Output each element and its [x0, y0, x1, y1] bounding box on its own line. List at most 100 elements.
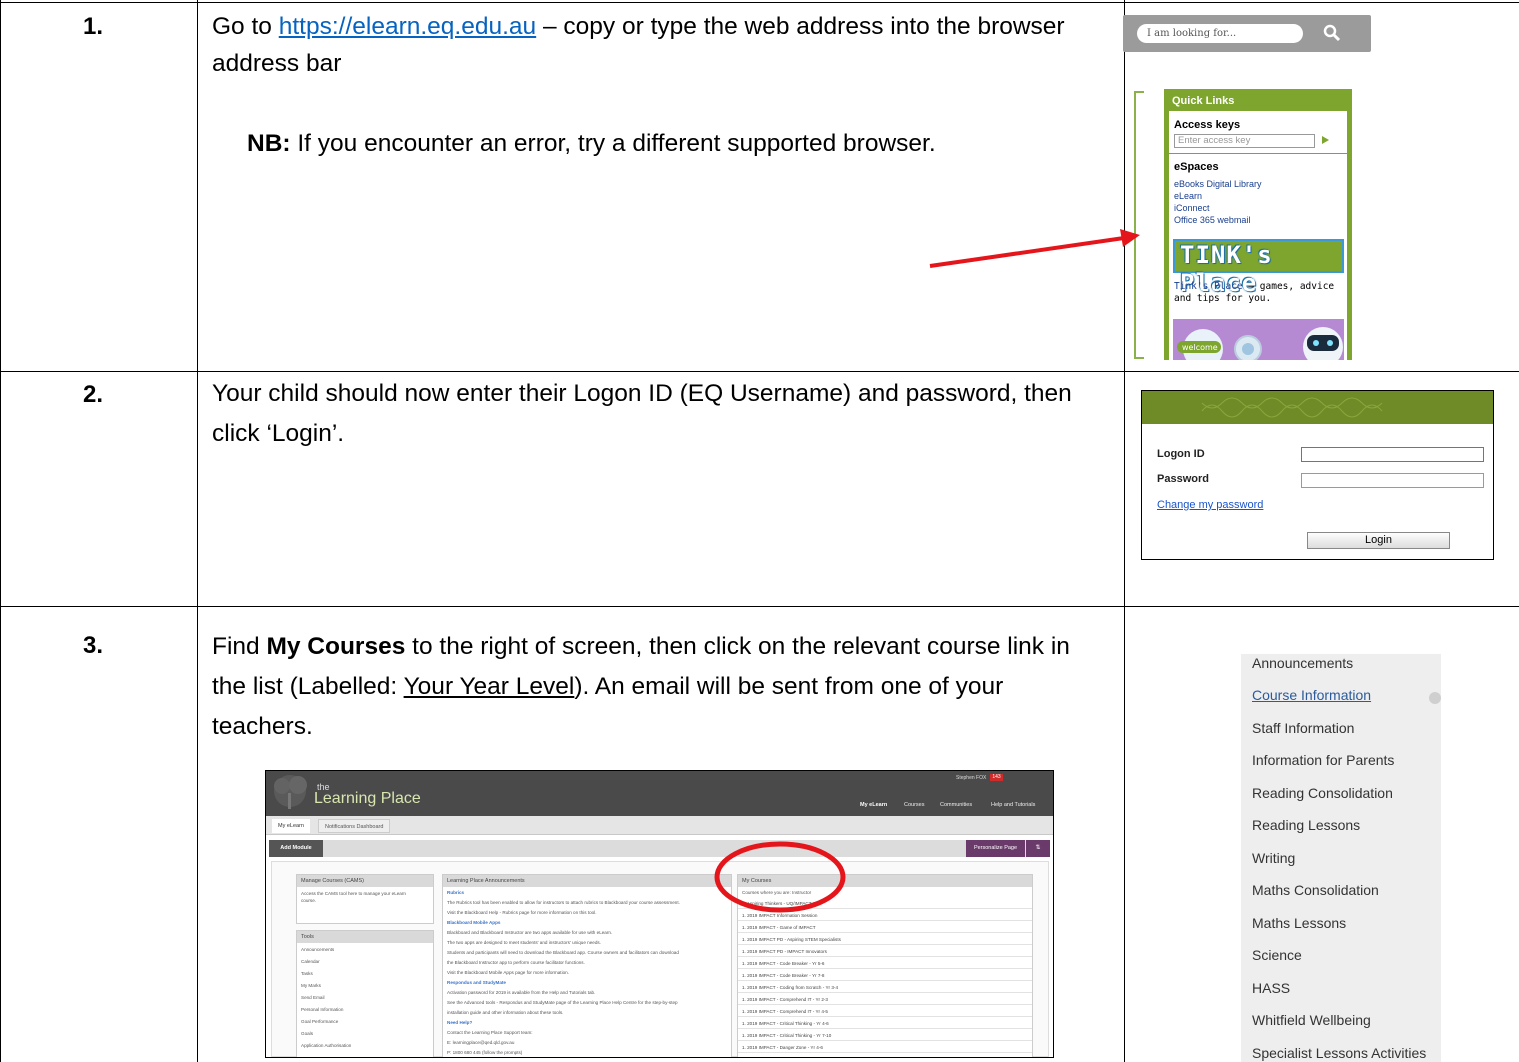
quick-link-iconnect[interactable]: iConnect — [1174, 203, 1210, 213]
course-menu-item[interactable]: HASS — [1252, 980, 1290, 996]
lp-announcement-line: P: 1800 680 445 (follow the prompts) — [447, 1050, 523, 1055]
learning-place-screenshot: the Learning Place Stephen FOX 143 My eL… — [265, 770, 1054, 1058]
lp-course-row[interactable]: 1. 2019 IMPACT Information Session — [738, 911, 1032, 921]
lp-tool-item[interactable]: Tasks — [301, 971, 313, 976]
step-1-text: Go to https://elearn.eq.edu.au – copy or… — [212, 8, 1072, 82]
lp-course-row[interactable]: 1. 2019 IMPACT - Coding from Scratch - Y… — [738, 983, 1032, 993]
lp-tools-module: Tools Announcements Calendar Tasks My Ma… — [296, 930, 434, 1057]
lp-module-title: Learning Place Announcements — [443, 875, 731, 887]
lp-nav-my-elearn[interactable]: My eLearn — [860, 802, 887, 808]
year-level-underlined: Your Year Level — [403, 673, 575, 700]
quick-link-office365[interactable]: Office 365 webmail — [1174, 215, 1250, 225]
change-password-link[interactable]: Change my password — [1157, 499, 1263, 511]
reorder-icon[interactable]: ⇅ — [1026, 840, 1050, 857]
lp-action-bar: Add Module Personalize Page ⇅ — [269, 840, 1050, 857]
lp-tool-item[interactable]: Personal Information — [301, 1007, 343, 1012]
lp-announcement-line: Contact the Learning Place Support team: — [447, 1030, 533, 1035]
lp-nav-courses[interactable]: Courses — [904, 802, 924, 808]
lp-my-courses-module: My Courses Courses where you are: Instru… — [737, 874, 1033, 1057]
course-menu-item[interactable]: Maths Consolidation — [1252, 882, 1379, 898]
lp-course-row[interactable]: 1. 2019 IMPACT - Comprehend IT - Yr 4-5 — [738, 1007, 1032, 1017]
course-menu-item[interactable]: Staff Information — [1252, 720, 1354, 736]
lp-user-name[interactable]: Stephen FOX — [956, 775, 986, 781]
add-module-button[interactable]: Add Module — [269, 840, 323, 857]
lp-module-text: Access the CAMS tool here to manage your… — [301, 891, 406, 896]
search-icon[interactable] — [1323, 24, 1341, 42]
lp-announcement-line: installation guide and other information… — [447, 1010, 564, 1015]
elearn-link[interactable]: https://elearn.eq.edu.au — [279, 13, 536, 40]
lp-tool-item[interactable]: Application Authorisation — [301, 1043, 351, 1048]
course-menu-item[interactable]: Course Information — [1252, 687, 1371, 703]
lp-course-row[interactable]: 1. 2019 IMPACT - Danger Zone - Yr 4-6 — [738, 1043, 1032, 1053]
lp-announcement-line: The Rubrics tool has been enabled to all… — [447, 900, 680, 905]
lp-course-row[interactable]: 1. 2019 IMPACT PD - IMPACT Innovators — [738, 947, 1032, 957]
go-arrow-icon[interactable] — [1322, 136, 1329, 144]
lp-course-row[interactable]: 1. 2019 IMPACT - Code Breaker - Yr 7-8 — [738, 971, 1032, 981]
quick-links-body: Access keys Enter access key eSpaces eBo… — [1169, 111, 1347, 360]
step-3-text-1: Find — [212, 633, 267, 660]
course-menu-item[interactable]: Reading Consolidation — [1252, 785, 1393, 801]
course-menu: Announcements Course Information Staff I… — [1241, 654, 1441, 1062]
robot-welcome-label: welcome — [1182, 343, 1218, 352]
lp-announcements-module: Learning Place Announcements Rubrics The … — [442, 874, 732, 1057]
lp-tool-item[interactable]: My Marks — [301, 983, 321, 988]
lp-tab-my-elearn[interactable]: My eLearn — [272, 819, 310, 833]
tinks-place-link[interactable]: Tink's Place — [1174, 281, 1243, 292]
red-arrow-line — [929, 236, 1125, 268]
course-menu-item[interactable]: Specialist Lessons Activities — [1252, 1045, 1426, 1061]
lp-header: the Learning Place Stephen FOX 143 My eL… — [266, 771, 1053, 816]
decorative-pattern — [1201, 397, 1383, 418]
espaces-heading: eSpaces — [1174, 161, 1219, 173]
lp-announcement-line: E: learningplace@qed.qld.gov.au — [447, 1040, 515, 1045]
course-menu-item[interactable]: Information for Parents — [1252, 752, 1394, 768]
lp-tool-item[interactable]: Send Email — [301, 995, 325, 1000]
lp-module-text: course. — [301, 898, 317, 903]
lp-announcement-line: Rubrics — [447, 890, 465, 895]
table-col-divider-1 — [197, 0, 198, 1062]
course-menu-item[interactable]: Science — [1252, 947, 1302, 963]
lp-announcement-line: the Blackboard Instructor app to perform… — [447, 960, 585, 965]
step-number: 1. — [83, 13, 104, 40]
lp-course-row[interactable]: 1. 2019 IMPACT PD - Aspiring STEM Specia… — [738, 935, 1032, 945]
login-button[interactable]: Login — [1307, 532, 1450, 549]
step-number: 3. — [83, 632, 104, 659]
step-3-text: Find My Courses to the right of screen, … — [212, 627, 1072, 747]
tinks-place-banner[interactable]: TINK's Place — [1173, 239, 1344, 297]
tinks-place-description: Tink's Place – games, advice and tips fo… — [1174, 281, 1344, 305]
note-text: If you encounter an error, try a differe… — [290, 130, 936, 157]
lp-course-row[interactable]: 1. 2019 IMPACT - Critical Thinking - Yr … — [738, 1019, 1032, 1029]
lp-course-row[interactable]: 1. Aspiring Thinkers - UQ/IMPACT Cl... — [738, 899, 1032, 909]
lp-announcement-line: Visit the Blackboard Help - Rubrics page… — [447, 910, 597, 915]
lp-course-row[interactable]: 1. 2019 IMPACT - Code Breaker - Yr 5-6 — [738, 959, 1032, 969]
lp-tab-notifications[interactable]: Notifications Dashboard — [318, 819, 391, 833]
lp-course-row[interactable]: 1. 2019 IMPACT - Comprehend IT - Yr 2-3 — [738, 995, 1032, 1005]
lp-module-title: My Courses — [738, 875, 1032, 887]
divider — [1169, 153, 1347, 154]
lp-tool-item[interactable]: Goals — [301, 1031, 313, 1036]
lp-course-row[interactable]: 1. 2019 IMPACT - Game of IMPACT — [738, 923, 1032, 933]
course-menu-item[interactable]: Whitfield Wellbeing — [1252, 1012, 1371, 1028]
lp-nav-communities[interactable]: Communities — [940, 802, 972, 808]
lp-announcement-line: Blackboard Mobile Apps — [447, 920, 501, 925]
lp-notification-badge[interactable]: 143 — [990, 774, 1003, 781]
course-menu-item[interactable]: Writing — [1252, 850, 1295, 866]
lp-tool-item[interactable]: Announcements — [301, 947, 334, 952]
access-key-input[interactable]: Enter access key — [1174, 134, 1315, 148]
lp-announcement-line: Respondus and StudyMate — [447, 980, 506, 985]
quick-link-ebooks[interactable]: eBooks Digital Library — [1174, 179, 1262, 189]
lp-tool-item[interactable]: Goal Performance — [301, 1019, 338, 1024]
access-keys-heading: Access keys — [1174, 119, 1241, 131]
chevron-icon — [1429, 692, 1441, 704]
course-menu-item[interactable]: Announcements — [1252, 655, 1353, 671]
course-menu-item[interactable]: Reading Lessons — [1252, 817, 1360, 833]
logon-id-input[interactable] — [1301, 447, 1484, 462]
personalize-page-button[interactable]: Personalize Page — [966, 840, 1025, 857]
lp-course-row[interactable]: 1. 2019 IMPACT - Critical Thinking - Yr … — [738, 1031, 1032, 1041]
course-menu-item[interactable]: Maths Lessons — [1252, 915, 1346, 931]
lp-tool-item[interactable]: Calendar — [301, 959, 320, 964]
quick-link-elearn[interactable]: eLearn — [1174, 191, 1202, 201]
search-input[interactable]: I am looking for... — [1137, 24, 1303, 43]
password-input[interactable] — [1301, 473, 1484, 488]
lp-nav-help[interactable]: Help and Tutorials — [991, 802, 1035, 808]
lp-module-title: Manage Courses (CAMS) — [297, 875, 433, 887]
